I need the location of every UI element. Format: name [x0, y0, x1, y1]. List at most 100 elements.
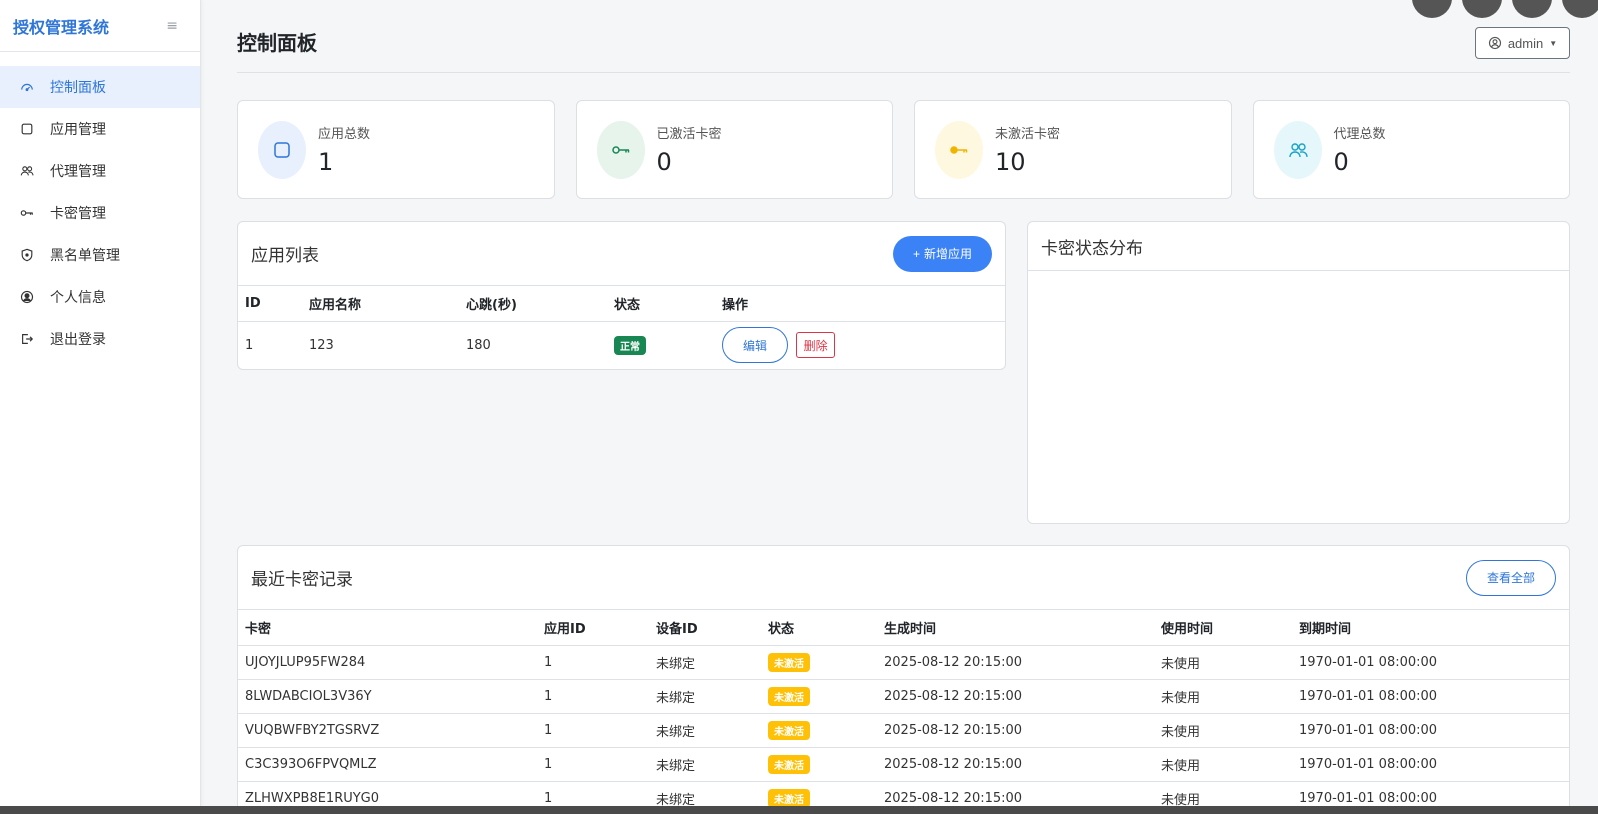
cell-status: 未激活 [761, 645, 877, 680]
user-name: admin [1507, 35, 1544, 51]
cell-name: 123 [309, 337, 334, 353]
plus-icon: + [912, 246, 920, 261]
cell-expires: 1970-01-01 08:00:00 [1292, 713, 1569, 748]
sidebar-item-label: 退出登录 [50, 332, 106, 348]
sidebar-nav: 控制面板 应用管理 代理管理 卡密管理 黑名单管理 个人信息 退出登录 [0, 66, 200, 360]
sidebar-item-cards[interactable]: 卡密管理 [0, 192, 200, 234]
column-header: 应用名称 [302, 286, 459, 322]
people-icon [1273, 120, 1322, 179]
status-badge: 未激活 [768, 652, 810, 672]
add-app-label: 新增应用 [923, 247, 972, 261]
cell-expires: 1970-01-01 08:00:00 [1292, 781, 1569, 806]
sidebar-item-label: 黑名单管理 [50, 248, 120, 264]
cell-expires: 1970-01-01 08:00:00 [1292, 645, 1569, 680]
brand-bar: 授权管理系统 ≡ [0, 0, 200, 52]
cell-device: 未绑定 [649, 747, 761, 782]
table-row: 8LWDABCIOL3V36Y 1 未绑定 未激活 2025-08-12 20:… [238, 679, 1569, 714]
stat-card-apps: 应用总数 1 [237, 100, 555, 199]
column-header: 状态 [761, 610, 877, 646]
cell-created: 2025-08-12 20:15:00 [877, 713, 1154, 748]
column-header: 应用ID [537, 610, 649, 646]
cell-status: 未激活 [761, 679, 877, 714]
column-header: ID [238, 286, 302, 322]
cell-device: 未绑定 [649, 645, 761, 680]
recent-keys-card: 最近卡密记录 查看全部 卡密 应用ID 设备ID 状态 生成时间 使用时间 到期… [237, 545, 1570, 806]
cell-id: 1 [245, 337, 254, 353]
cell-app-id: 1 [537, 645, 649, 680]
table-row: C3C393O6FPVQMLZ 1 未绑定 未激活 2025-08-12 20:… [238, 747, 1569, 782]
cell-used: 未使用 [1154, 713, 1292, 748]
status-badge: 未激活 [768, 686, 810, 706]
cell-used: 未使用 [1154, 645, 1292, 680]
stat-label: 未激活卡密 [995, 127, 1061, 142]
page-header: 控制面板 admin ▼ [237, 0, 1570, 73]
cell-status: 未激活 [761, 781, 877, 806]
sidebar-item-dashboard[interactable]: 控制面板 [0, 66, 200, 108]
card-header: 最近卡密记录 查看全部 [238, 546, 1569, 610]
cell-app-id: 1 [537, 747, 649, 782]
cell-status: 未激活 [761, 747, 877, 782]
cell-key: VUQBWFBY2TGSRVZ [238, 713, 537, 748]
column-header: 心跳(秒) [459, 286, 607, 322]
card-header: 应用列表 + 新增应用 [238, 222, 1005, 286]
sidebar-item-profile[interactable]: 个人信息 [0, 276, 200, 318]
edit-button[interactable]: 编辑 [722, 327, 788, 364]
menu-toggle-icon[interactable]: ≡ [166, 18, 178, 34]
status-badge: 未激活 [768, 720, 810, 740]
card-title: 最近卡密记录 [251, 570, 353, 590]
gauge-icon [20, 80, 34, 94]
sidebar-item-apps[interactable]: 应用管理 [0, 108, 200, 150]
column-header: 设备ID [649, 610, 761, 646]
square-icon [258, 120, 306, 179]
cell-actions: 编辑 删除 [715, 321, 1005, 369]
user-circle-icon [20, 290, 34, 304]
stat-value: 10 [995, 148, 1026, 176]
status-badge: 未激活 [768, 788, 810, 806]
cell-device: 未绑定 [649, 713, 761, 748]
stat-card-active-keys: 已激活卡密 0 [575, 100, 893, 199]
distribution-chart-area [1028, 271, 1569, 523]
view-all-button[interactable]: 查看全部 [1465, 559, 1556, 596]
stat-label: 代理总数 [1333, 127, 1386, 142]
card-title: 应用列表 [251, 246, 319, 266]
square-icon [20, 122, 34, 136]
table-header-row: 卡密 应用ID 设备ID 状态 生成时间 使用时间 到期时间 [238, 610, 1569, 646]
cell-used: 未使用 [1154, 781, 1292, 806]
sidebar-item-blacklist[interactable]: 黑名单管理 [0, 234, 200, 276]
column-header: 到期时间 [1292, 610, 1569, 646]
shield-icon [20, 248, 34, 262]
key-distribution-card: 卡密状态分布 [1027, 221, 1570, 524]
delete-button[interactable]: 删除 [796, 332, 836, 359]
table-row: UJOYJLUP95FW284 1 未绑定 未激活 2025-08-12 20:… [238, 645, 1569, 680]
add-app-button[interactable]: + 新增应用 [892, 235, 992, 272]
sidebar-item-agents[interactable]: 代理管理 [0, 150, 200, 192]
column-header: 生成时间 [877, 610, 1154, 646]
caret-down-icon: ▼ [1549, 38, 1558, 48]
sidebar-item-label: 代理管理 [50, 164, 106, 180]
cell-used: 未使用 [1154, 747, 1292, 782]
sidebar-item-label: 控制面板 [50, 80, 106, 96]
table-row: ZLHWXPB8E1RUYG0 1 未绑定 未激活 2025-08-12 20:… [238, 781, 1569, 806]
column-header: 卡密 [238, 610, 537, 646]
stat-value: 1 [318, 148, 334, 176]
card-title: 卡密状态分布 [1041, 238, 1143, 259]
cell-expires: 1970-01-01 08:00:00 [1292, 747, 1569, 782]
sidebar-item-label: 个人信息 [50, 290, 106, 306]
table-header-row: ID 应用名称 心跳(秒) 状态 操作 [238, 286, 1005, 322]
cell-device: 未绑定 [649, 781, 761, 806]
brand-title: 授权管理系统 [13, 17, 110, 37]
cell-key: 8LWDABCIOL3V36Y [238, 679, 537, 714]
column-header: 使用时间 [1154, 610, 1292, 646]
cell-app-id: 1 [537, 679, 649, 714]
page-title: 控制面板 [237, 31, 317, 55]
sidebar-item-logout[interactable]: 退出登录 [0, 318, 200, 360]
user-circle-icon [1488, 36, 1501, 50]
cell-created: 2025-08-12 20:15:00 [877, 781, 1154, 806]
sidebar-item-label: 卡密管理 [50, 206, 106, 222]
sidebar-item-label: 应用管理 [50, 122, 106, 138]
cell-created: 2025-08-12 20:15:00 [877, 679, 1154, 714]
status-badge: 未激活 [768, 754, 810, 774]
user-menu-button[interactable]: admin ▼ [1475, 27, 1570, 59]
stat-card-agents: 代理总数 0 [1252, 100, 1570, 199]
cell-expires: 1970-01-01 08:00:00 [1292, 679, 1569, 714]
